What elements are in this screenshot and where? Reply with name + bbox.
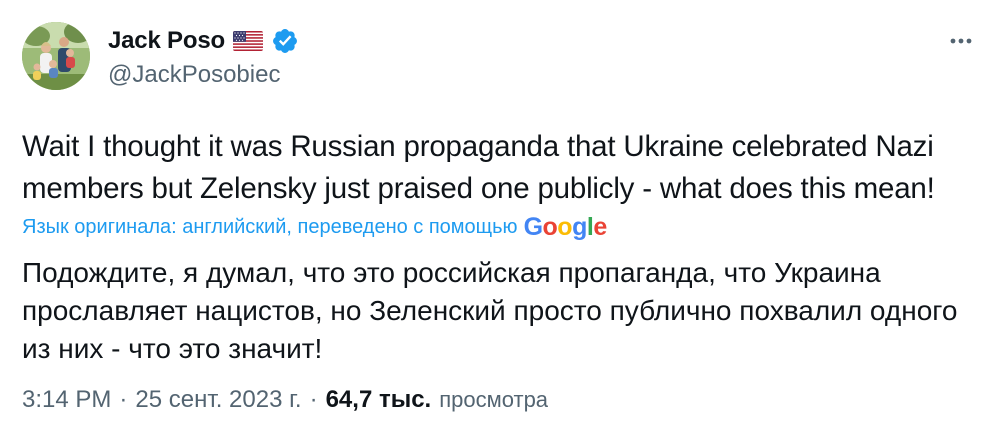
google-logo-letter: g [572, 213, 587, 241]
google-logo-letter: G [523, 213, 543, 241]
verified-badge-icon[interactable] [271, 27, 299, 55]
tweet-text: Wait I thought it was Russian propaganda… [22, 130, 935, 205]
avatar[interactable] [22, 22, 90, 90]
google-logo: Google [523, 213, 608, 241]
views-count: 64,7 тыс. [325, 386, 432, 413]
tweet-card: Jack Poso @JackPosobiec Wait I thought i… [0, 0, 1000, 428]
google-logo-letter: o [557, 213, 573, 241]
us-flag-icon [232, 31, 263, 51]
translation-note[interactable]: Язык оригинала: английский, переведено с… [22, 213, 607, 241]
translated-tweet-text: Подождите, я думал, что это российская п… [22, 257, 958, 364]
translation-note-text: Язык оригинала: английский, переведено с… [22, 215, 518, 238]
tweet-date[interactable]: 25 сент. 2023 г. [135, 386, 301, 414]
author-display-name[interactable]: Jack Poso [108, 27, 225, 55]
meta-separator: · [119, 386, 128, 413]
google-logo-letter: o [542, 213, 558, 241]
views-label: просмотра [439, 387, 549, 412]
tweet-time[interactable]: 3:14 PM [22, 386, 111, 414]
more-dots-icon[interactable] [944, 26, 978, 56]
avatar-photo [22, 22, 90, 90]
meta-separator: · [309, 386, 318, 413]
google-logo-letter: e [593, 213, 607, 241]
tweet-meta: 3:14 PM · 25 сент. 2023 г. · 64,7 тыс. п… [22, 386, 548, 414]
author-handle[interactable]: @JackPosobiec [108, 61, 280, 89]
author-name-row: Jack Poso [108, 27, 299, 55]
